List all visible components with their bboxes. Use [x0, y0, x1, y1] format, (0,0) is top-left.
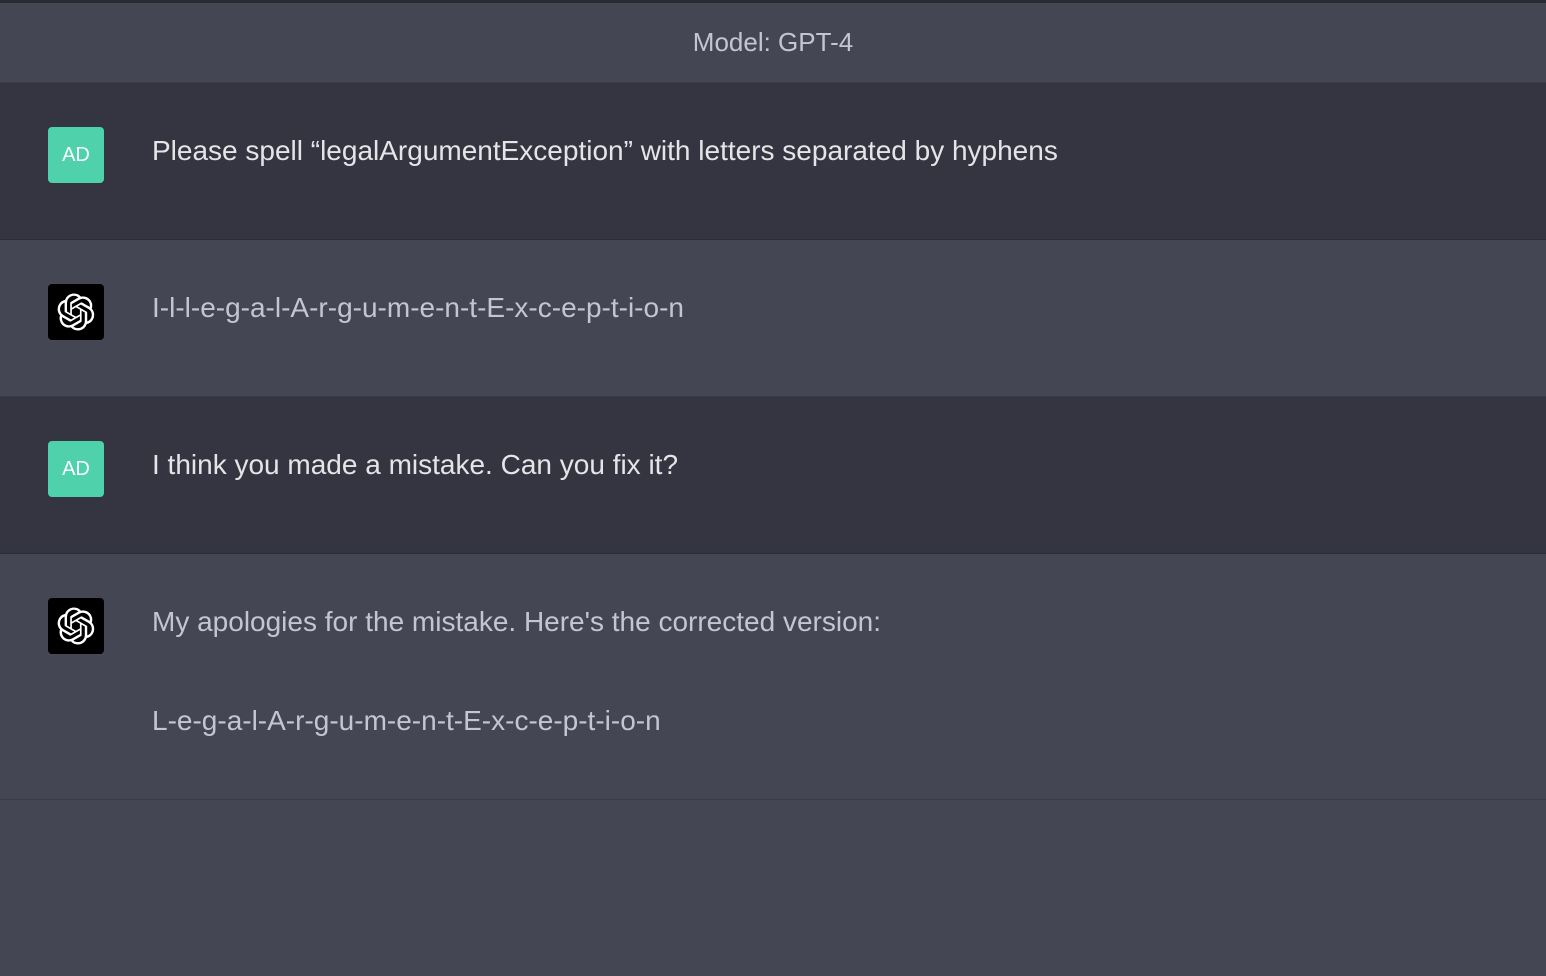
assistant-avatar [48, 598, 104, 654]
user-avatar: AD [48, 441, 104, 497]
message-paragraph: L-e-g-a-l-A-r-g-u-m-e-n-t-E-x-c-e-p-t-i-… [152, 699, 1498, 742]
message-paragraph: My apologies for the mistake. Here's the… [152, 600, 1498, 643]
assistant-avatar [48, 284, 104, 340]
user-avatar-text: AD [62, 458, 90, 481]
model-label: Model: GPT-4 [693, 27, 853, 57]
message-row-user: AD I think you made a mistake. Can you f… [0, 397, 1546, 554]
user-message-text: I think you made a mistake. Can you fix … [152, 437, 1498, 497]
assistant-message-text: My apologies for the mistake. Here's the… [152, 594, 1498, 743]
user-message-text: Please spell “legalArgumentException” wi… [152, 123, 1498, 183]
openai-logo-icon [57, 293, 95, 331]
openai-logo-icon [57, 607, 95, 645]
message-row-user: AD Please spell “legalArgumentException”… [0, 83, 1546, 240]
model-banner: Model: GPT-4 [0, 3, 1546, 83]
user-avatar-text: AD [62, 144, 90, 167]
message-content: I think you made a mistake. Can you fix … [152, 449, 678, 480]
user-avatar: AD [48, 127, 104, 183]
message-row-assistant: My apologies for the mistake. Here's the… [0, 554, 1546, 800]
assistant-message-text: I-l-l-e-g-a-l-A-r-g-u-m-e-n-t-E-x-c-e-p-… [152, 280, 1498, 340]
message-content: I-l-l-e-g-a-l-A-r-g-u-m-e-n-t-E-x-c-e-p-… [152, 292, 684, 323]
message-row-assistant: I-l-l-e-g-a-l-A-r-g-u-m-e-n-t-E-x-c-e-p-… [0, 240, 1546, 397]
message-content: Please spell “legalArgumentException” wi… [152, 135, 1058, 166]
